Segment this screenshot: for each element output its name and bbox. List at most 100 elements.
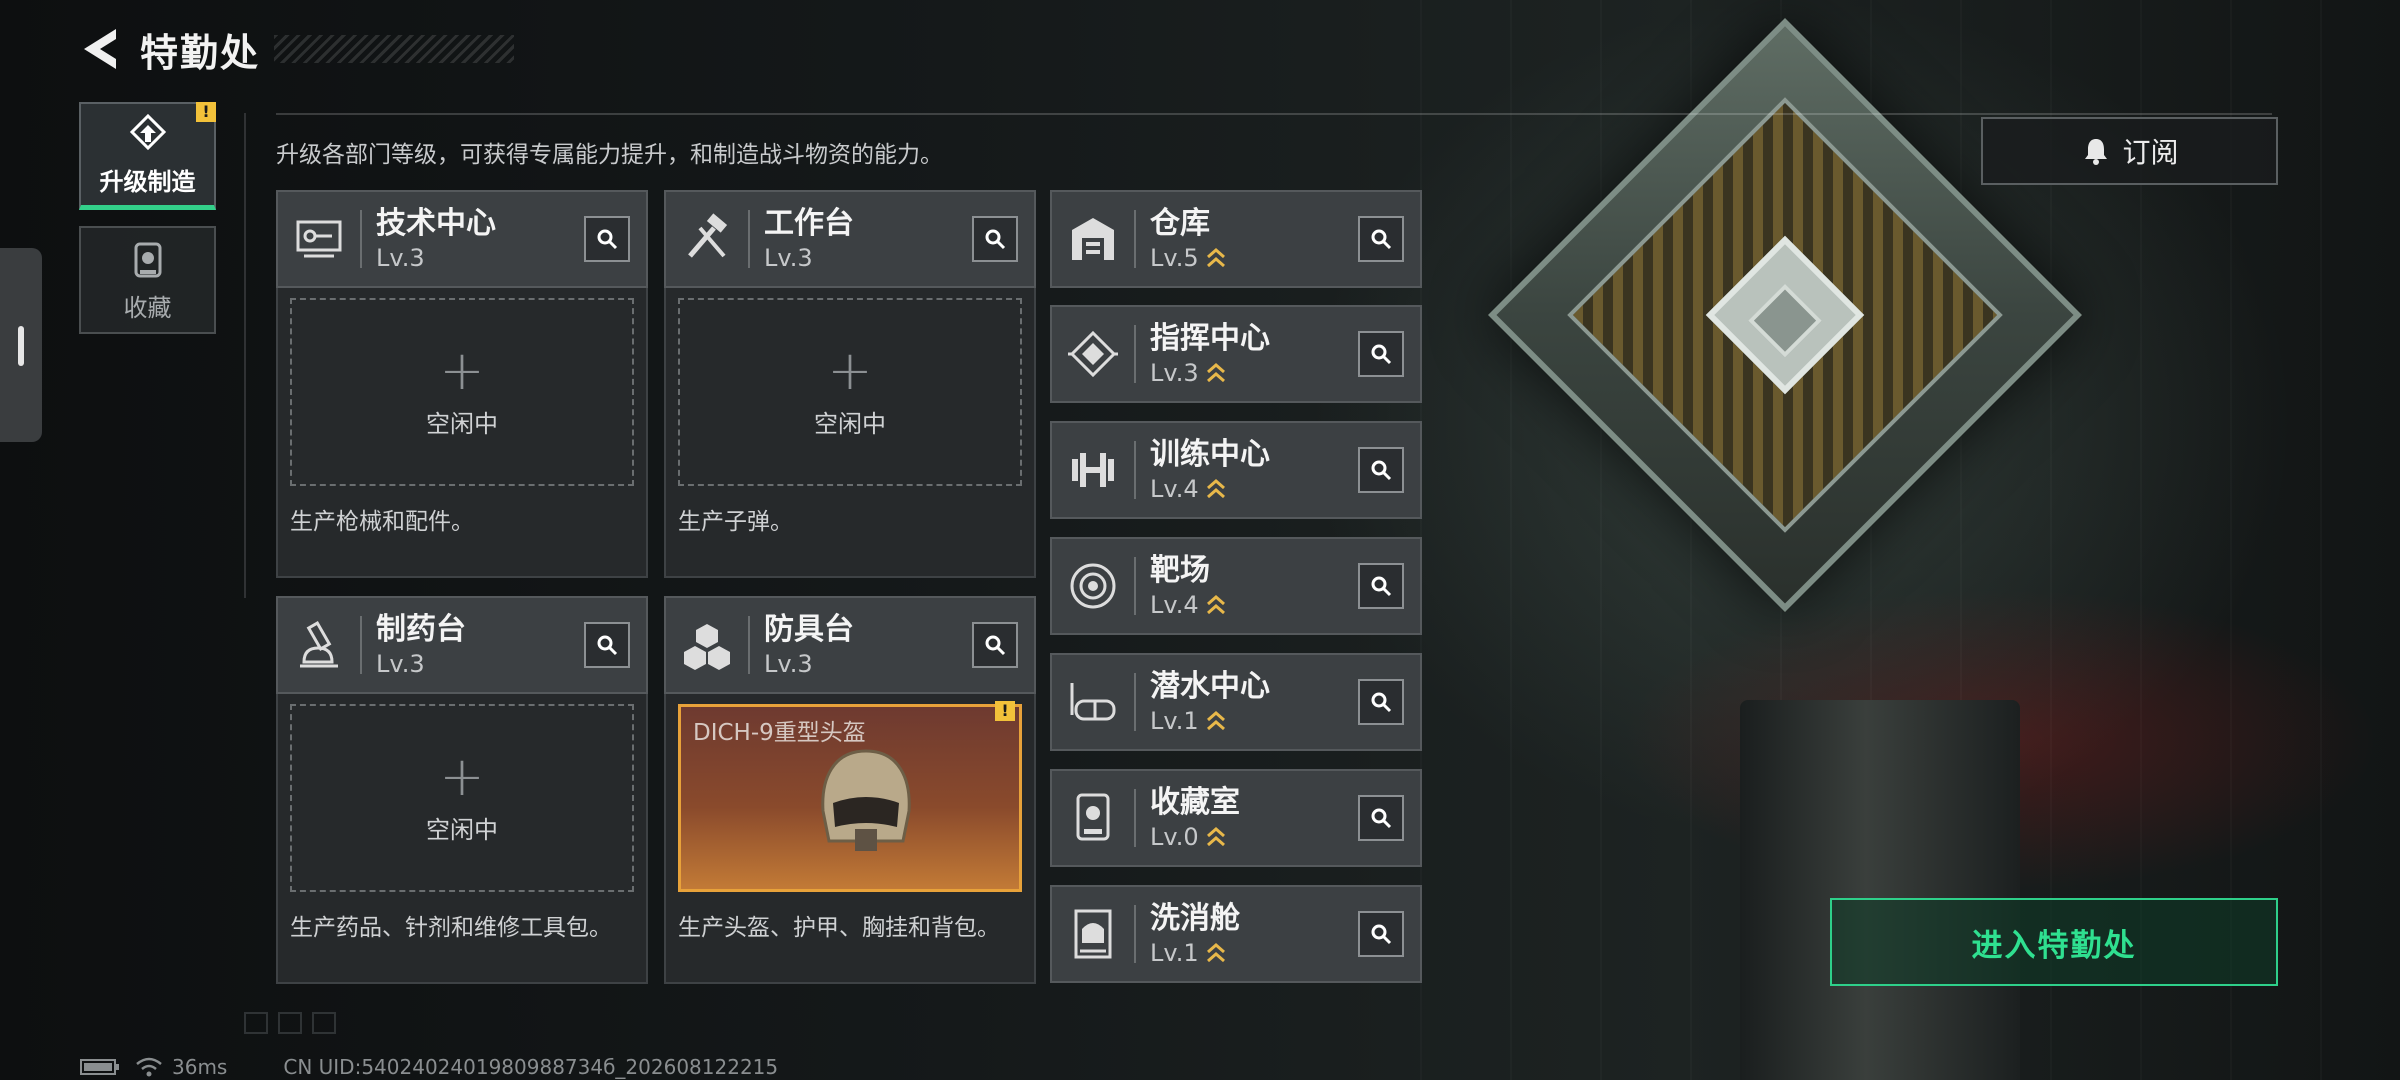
alert-badge: !	[995, 701, 1015, 721]
workshop-names: 制药台 Lv.3	[376, 611, 584, 679]
tech-center-icon	[296, 220, 342, 258]
decon-chamber-icon	[1074, 909, 1112, 959]
facility-level: Lv.1	[1150, 706, 1358, 736]
enter-special-ops-button[interactable]: 进入特勤处	[1830, 898, 2278, 986]
search-button[interactable]	[1358, 216, 1404, 262]
plus-icon: +	[439, 338, 485, 402]
facility-level: Lv.1	[1150, 938, 1358, 968]
facility-level: Lv.0	[1150, 822, 1358, 852]
search-icon	[597, 229, 618, 250]
diving-center-icon-wrap	[1052, 655, 1134, 749]
level-text: Lv.3	[764, 244, 813, 272]
workbench-icon	[688, 213, 728, 258]
workshop-description: 生产药品、针剂和维修工具包。	[290, 915, 612, 941]
level-text: Lv.0	[1150, 823, 1199, 851]
armor-bench-icon-wrap	[666, 598, 748, 692]
cube-core	[1705, 235, 1865, 395]
command-center-icon-wrap	[1052, 307, 1134, 401]
search-button[interactable]	[1358, 911, 1404, 957]
separator	[360, 616, 362, 674]
upgrade-chevron-icon	[1206, 363, 1225, 383]
workbench-icon-wrap	[666, 192, 748, 286]
idle-text: 空闲中	[426, 815, 498, 844]
workshop-body: + 空闲中 生产子弹。	[664, 288, 1036, 578]
side-drawer-handle[interactable]	[0, 248, 42, 442]
search-icon	[985, 229, 1006, 250]
upgrade-chevron-icon	[1206, 711, 1225, 731]
separator	[360, 210, 362, 268]
page-subtitle: 升级各部门等级，可获得专属能力提升，和制造战斗物资的能力。	[276, 142, 943, 168]
facility-card-command-center[interactable]: 指挥中心 Lv.3	[1050, 305, 1422, 403]
search-button[interactable]	[1358, 563, 1404, 609]
facility-card-decon-chamber[interactable]: 洗消舱 Lv.1	[1050, 885, 1422, 983]
search-button[interactable]	[1358, 679, 1404, 725]
idle-production-slot[interactable]: + 空闲中	[678, 298, 1022, 486]
search-icon	[597, 635, 618, 656]
workshop-card-armor-bench[interactable]: 防具台 Lv.3	[664, 596, 1036, 694]
workshop-name: 工作台	[764, 206, 854, 241]
workshop-level: Lv.3	[376, 243, 584, 273]
search-button[interactable]	[584, 216, 630, 262]
level-text: Lv.5	[1150, 244, 1199, 272]
tab-collection[interactable]: 收藏	[79, 226, 216, 334]
upgrade-chevron-icon	[1206, 479, 1225, 499]
separator	[1134, 557, 1136, 615]
helmet-icon	[821, 749, 911, 851]
separator	[748, 210, 750, 268]
search-button[interactable]	[972, 216, 1018, 262]
facility-level: Lv.3	[1150, 358, 1358, 388]
back-button[interactable]	[78, 22, 122, 76]
collection-room-icon-wrap	[1052, 771, 1134, 865]
alert-badge: !	[196, 102, 216, 122]
bell-icon	[2085, 139, 2108, 165]
level-text: Lv.1	[1150, 707, 1199, 735]
facility-card-diving-center[interactable]: 潜水中心 Lv.1	[1050, 653, 1422, 751]
pharmacy-icon-wrap	[278, 598, 360, 692]
idle-production-slot[interactable]: + 空闲中	[290, 704, 634, 892]
workshop-body: DICH-9重型头盔 ! 生产头盔、护甲、胸挂和背包。	[664, 694, 1036, 984]
workshop-body: + 空闲中 生产枪械和配件。	[276, 288, 648, 578]
workshop-card-tech-center[interactable]: 技术中心 Lv.3	[276, 190, 648, 288]
search-button[interactable]	[972, 622, 1018, 668]
deco-square	[244, 1012, 268, 1034]
upgrade-chevron-icon	[1206, 248, 1225, 268]
shooting-range-icon-wrap	[1052, 539, 1134, 633]
training-center-icon	[1072, 453, 1114, 487]
search-icon	[1371, 692, 1392, 713]
facility-card-warehouse[interactable]: 仓库 Lv.5	[1050, 190, 1422, 288]
search-button[interactable]	[1358, 331, 1404, 377]
armor-bench-icon	[684, 624, 730, 670]
workshop-card-pharmacy[interactable]: 制药台 Lv.3	[276, 596, 648, 694]
subscribe-button[interactable]: 订阅	[1981, 117, 2278, 185]
facility-name: 仓库	[1150, 206, 1210, 241]
level-text: Lv.1	[1150, 939, 1199, 967]
facility-name: 洗消舱	[1150, 901, 1240, 936]
upgrade-chevron-icon	[1206, 943, 1225, 963]
facility-card-collection-room[interactable]: 收藏室 Lv.0	[1050, 769, 1422, 867]
facility-names: 洗消舱 Lv.1	[1150, 900, 1358, 968]
back-arrow-icon	[84, 29, 116, 69]
warehouse-icon	[1072, 218, 1114, 260]
idle-text: 空闲中	[426, 409, 498, 438]
plus-icon: +	[827, 338, 873, 402]
production-slot-helmet[interactable]: DICH-9重型头盔 !	[678, 701, 1022, 892]
search-button[interactable]	[1358, 447, 1404, 493]
upgrade-chevron-icon	[1206, 595, 1225, 615]
tab-upgrade-craft[interactable]: 升级制造 !	[79, 102, 216, 210]
facility-card-shooting-range[interactable]: 靶场 Lv.4	[1050, 537, 1422, 635]
idle-production-slot[interactable]: + 空闲中	[290, 298, 634, 486]
search-button[interactable]	[1358, 795, 1404, 841]
user-uid: CN UID:5402402401980988734б_202608122215	[283, 1055, 779, 1079]
separator	[1134, 673, 1136, 731]
separator	[1134, 789, 1136, 847]
shooting-range-icon	[1070, 563, 1116, 609]
facility-name: 靶场	[1150, 553, 1210, 588]
workshop-card-workbench[interactable]: 工作台 Lv.3	[664, 190, 1036, 288]
ping-readout: 36ms	[172, 1055, 228, 1079]
facility-card-training-center[interactable]: 训练中心 Lv.4	[1050, 421, 1422, 519]
subscribe-label: 订阅	[2122, 136, 2179, 169]
workshop-description: 生产头盔、护甲、胸挂和背包。	[678, 915, 1000, 941]
cube-pillar	[1740, 700, 2020, 1080]
facility-names: 指挥中心 Lv.3	[1150, 320, 1358, 388]
search-button[interactable]	[584, 622, 630, 668]
